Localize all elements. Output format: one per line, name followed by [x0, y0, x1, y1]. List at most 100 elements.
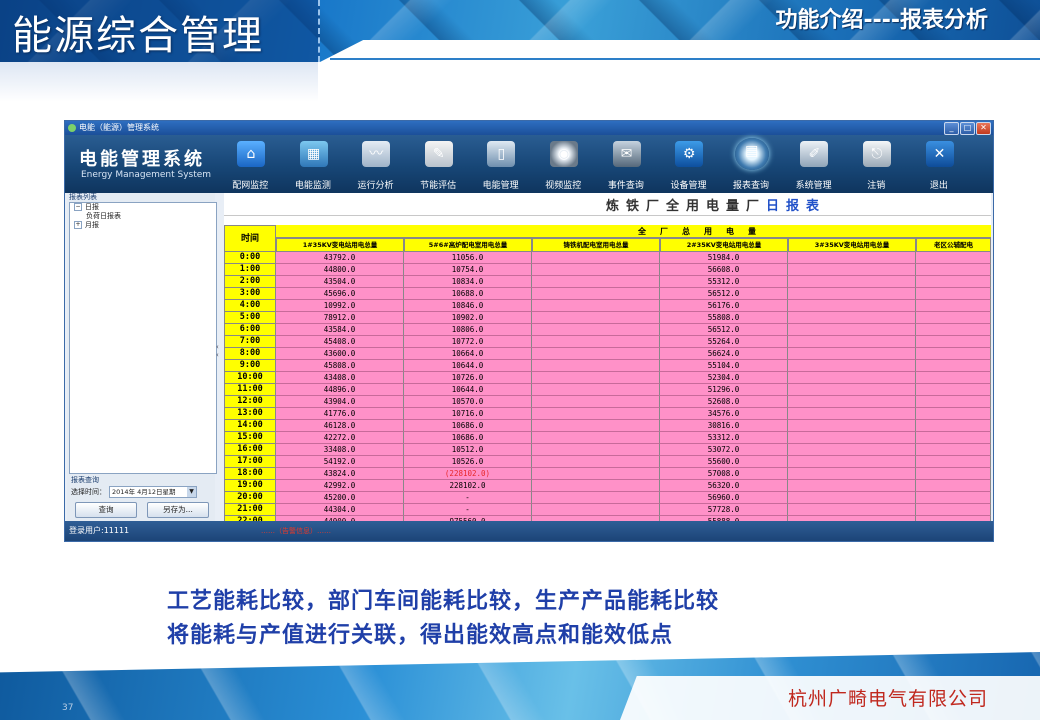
table-row: 11:00 44896.0 10644.0 51296.0 [224, 384, 991, 396]
table-cell: 43408.0 [276, 372, 404, 384]
panel-splitter[interactable]: ‹ ‹ [216, 343, 222, 373]
nav-item-label: 电能管理 [482, 181, 519, 191]
table-cell: - [404, 492, 532, 504]
table-cell [916, 348, 991, 360]
table-cell: 10512.0 [404, 444, 532, 456]
table-cell [788, 312, 916, 324]
expand-icon[interactable]: + [74, 221, 82, 229]
table-cell: 51296.0 [660, 384, 788, 396]
app-window: 电能（能源）管理系统 _ □ ✕ 电能管理系统 Energy Managemen… [64, 120, 994, 542]
table-cell [788, 288, 916, 300]
table-cell [916, 420, 991, 432]
nav-item-event[interactable]: ✉ 事件查询 [595, 137, 658, 193]
close-button[interactable]: ✕ [976, 122, 991, 135]
table-row: 2:00 43504.0 10834.0 55312.0 [224, 276, 991, 288]
tree-item-label: 月报 [85, 221, 99, 229]
system-icon-glyph: ✐ [808, 146, 821, 162]
nav-item-device[interactable]: ⚙ 设备管理 [657, 137, 720, 193]
slide-title-box: 能源综合管理 [0, 0, 320, 62]
nav-item-logout[interactable]: ⎋ 注销 [845, 137, 908, 193]
window-titlebar[interactable]: 电能（能源）管理系统 _ □ ✕ [65, 121, 993, 135]
table-cell [532, 432, 660, 444]
time-cell: 12:00 [224, 396, 276, 408]
time-cell: 18:00 [224, 468, 276, 480]
nav-item-exit[interactable]: ✕ 退出 [908, 137, 971, 193]
table-row: 19:00 42992.0 228102.0 56320.0 [224, 480, 991, 492]
nav-item-line-chart[interactable]: 〰运行分析 [344, 137, 407, 193]
table-cell: 34576.0 [660, 408, 788, 420]
table-cell: 55312.0 [660, 276, 788, 288]
table-cell [916, 252, 991, 264]
time-column-header: 时间 [224, 225, 276, 252]
slide-header-line [330, 58, 1040, 60]
nav-item-meter[interactable]: ▯ 电能管理 [469, 137, 532, 193]
table-cell: 10526.0 [404, 456, 532, 468]
table-cell [916, 396, 991, 408]
save-as-button[interactable]: 另存为... [147, 502, 209, 518]
table-cell: 10806.0 [404, 324, 532, 336]
table-cell [788, 360, 916, 372]
tree-item[interactable]: − 日报 [70, 203, 216, 212]
tree-item[interactable]: + 月报 [70, 221, 216, 230]
nav-item-system[interactable]: ✐ 系统管理 [782, 137, 845, 193]
table-cell [532, 264, 660, 276]
nav-item-report[interactable]: ▤ 报表查询 [720, 137, 783, 193]
table-row: 8:00 43600.0 10664.0 56624.0 [224, 348, 991, 360]
time-cell: 4:00 [224, 300, 276, 312]
table-cell [788, 420, 916, 432]
window-title: 电能（能源）管理系统 [79, 123, 159, 132]
table-cell [532, 312, 660, 324]
nav-item-home[interactable]: ⌂ 配网监控 [219, 137, 282, 193]
tree-item[interactable]: 负荷日报表 [70, 212, 216, 221]
table-cell: (228102.0) [404, 468, 532, 480]
table-cell [916, 264, 991, 276]
nav-item-notepad[interactable]: ✎ 节能评估 [407, 137, 470, 193]
table-cell [916, 504, 991, 516]
table-cell: 43792.0 [276, 252, 404, 264]
app-banner: 电能管理系统 Energy Management System ⌂ 配网监控 ▦ 电能… [65, 135, 993, 193]
table-cell [916, 360, 991, 372]
table-cell [916, 276, 991, 288]
query-button[interactable]: 查询 [75, 502, 137, 518]
home-icon: ⌂ [237, 141, 265, 167]
table-cell: 44304.0 [276, 504, 404, 516]
table-cell: 10992.0 [276, 300, 404, 312]
time-cell: 16:00 [224, 444, 276, 456]
nav-item-label: 退出 [929, 181, 948, 191]
app-icon [68, 124, 76, 132]
table-cell [532, 300, 660, 312]
table-row: 17:00 54192.0 10526.0 55600.0 [224, 456, 991, 468]
time-cell: 13:00 [224, 408, 276, 420]
table-cell: 51984.0 [660, 252, 788, 264]
collapse-icon[interactable]: − [74, 203, 82, 211]
page-number: 37 [62, 703, 74, 713]
table-cell [916, 432, 991, 444]
nav-item-monitor[interactable]: ▦ 电能监测 [282, 137, 345, 193]
maximize-button[interactable]: □ [960, 122, 975, 135]
minimize-button[interactable]: _ [944, 122, 959, 135]
table-cell [788, 276, 916, 288]
table-cell [532, 444, 660, 456]
table-cell: 45200.0 [276, 492, 404, 504]
table-row: 12:00 43904.0 10570.0 52608.0 [224, 396, 991, 408]
chevron-down-icon[interactable]: ▼ [187, 487, 196, 497]
table-cell [916, 336, 991, 348]
table-cell: 228102.0 [404, 480, 532, 492]
nav-item-camera[interactable]: ◉ 视频监控 [532, 137, 595, 193]
report-title-row: 炼铁厂全用电量厂日报表 [224, 193, 991, 216]
table-row: 18:00 43824.0 (228102.0) 57008.0 [224, 468, 991, 480]
table-cell: 10772.0 [404, 336, 532, 348]
time-cell: 2:00 [224, 276, 276, 288]
table-cell: 45696.0 [276, 288, 404, 300]
date-picker-value: 2014年 4月12日星期 [112, 488, 176, 496]
table-cell [788, 300, 916, 312]
system-icon: ✐ [800, 141, 829, 167]
notepad-icon: ✎ [424, 141, 453, 167]
table-cell [916, 384, 991, 396]
date-picker[interactable]: 2014年 4月12日星期 ▼ [109, 486, 197, 498]
column-header: 5#6#高炉配电室用电总量 [404, 238, 532, 252]
table-cell [532, 408, 660, 420]
time-cell: 11:00 [224, 384, 276, 396]
app-body: 报表列表 − 日报 负荷日报表 + 月报 报表查询 选择时间： 2014年 4月12日星… [65, 193, 993, 521]
line-chart-icon: 〰 [362, 141, 391, 167]
